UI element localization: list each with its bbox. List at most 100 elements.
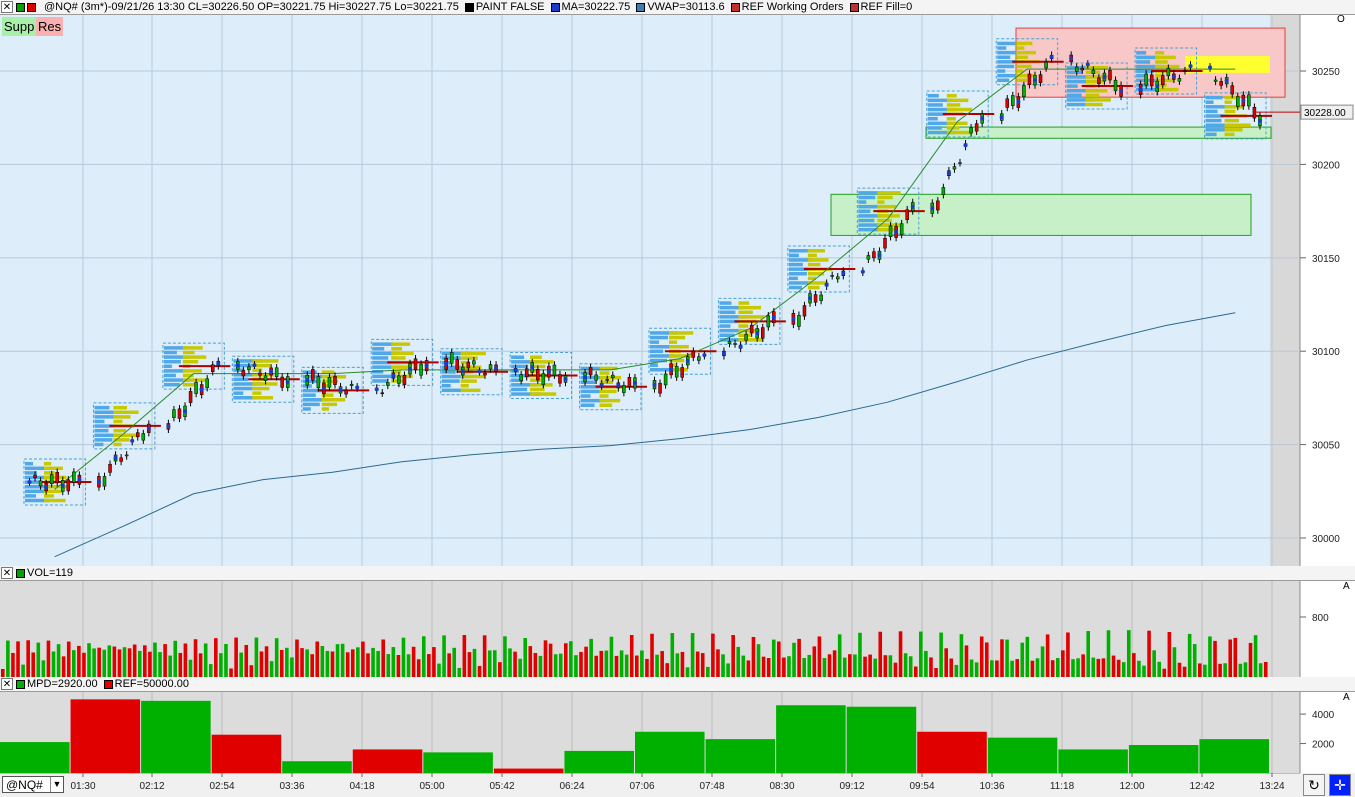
volume-bar xyxy=(1096,658,1101,677)
volume-profile-bar xyxy=(511,387,528,392)
volume-profile-bar xyxy=(1205,100,1214,104)
candle-body xyxy=(749,324,754,334)
volume-bar xyxy=(883,655,888,677)
tpo-profile-bar xyxy=(44,494,54,498)
volume-bar xyxy=(487,650,492,677)
tpo-profile-bar xyxy=(738,324,749,328)
mpd-corner-label[interactable]: A xyxy=(1343,692,1350,703)
tpo-profile-bar xyxy=(530,387,545,392)
support-button[interactable]: Supp xyxy=(2,17,37,36)
resistance-button[interactable]: Res xyxy=(36,17,64,36)
ma-dot xyxy=(1138,87,1143,92)
tpo-profile-bar xyxy=(321,407,329,411)
y-tick-label: 30250 xyxy=(1312,67,1340,78)
close-panel-icon[interactable]: ✕ xyxy=(1,1,13,13)
ma-dot xyxy=(183,409,188,414)
volume-bar xyxy=(878,631,883,677)
volume-profile-bar xyxy=(372,379,388,383)
volume-bar xyxy=(442,635,446,677)
chevron-down-icon[interactable]: ▼ xyxy=(50,777,63,792)
ma-dot xyxy=(791,316,796,321)
volume-profile-bar xyxy=(372,342,394,346)
volume-bar xyxy=(1167,631,1172,677)
volume-bar xyxy=(1030,660,1035,677)
candle-body xyxy=(883,238,887,249)
tpo-profile-bar xyxy=(113,428,127,433)
tpo-profile-bar xyxy=(460,388,481,393)
tpo-profile-bar xyxy=(113,405,127,410)
y-tick-label: 30000 xyxy=(1312,534,1340,545)
volume-bar xyxy=(777,641,781,677)
candle-body xyxy=(1038,74,1043,83)
cursor-mode-icon[interactable]: ✛ xyxy=(1329,774,1351,796)
mpd-chart[interactable]: 4000 2000 xyxy=(0,692,1355,773)
candle-body xyxy=(419,363,423,376)
volume-profile-bar xyxy=(1066,79,1087,84)
ma-dot xyxy=(494,366,499,371)
time-label: 06:24 xyxy=(559,781,584,792)
tpo-profile-bar xyxy=(182,346,203,350)
price-chart[interactable]: 30250 30200 30150 30100 30050 30000 30228.00 xyxy=(0,15,1355,566)
candle-body xyxy=(1027,73,1032,85)
close-vol-panel-icon[interactable]: ✕ xyxy=(1,567,13,579)
main-corner-label[interactable]: O xyxy=(1337,14,1345,25)
volume-profile-bar xyxy=(1136,60,1151,64)
volume-bar xyxy=(1162,668,1167,677)
close-mpd-panel-icon[interactable]: ✕ xyxy=(1,678,13,690)
volume-profile-bar xyxy=(997,55,1011,59)
ma-dot xyxy=(652,382,657,387)
tpo-profile-bar xyxy=(460,356,478,360)
candle-body xyxy=(413,358,418,371)
tpo-profile-bar xyxy=(530,392,557,396)
symbol-select[interactable]: @NQ# ▼ xyxy=(2,776,64,793)
volume-bar xyxy=(848,654,852,677)
volume-profile-bar xyxy=(719,301,732,305)
volume-bar xyxy=(898,631,903,677)
volume-bar xyxy=(300,648,304,677)
volume-bar xyxy=(214,638,218,677)
volume-profile-bar xyxy=(858,200,867,204)
volume-profile-bar xyxy=(163,364,172,369)
ma-dot xyxy=(1069,56,1074,61)
volume-bar xyxy=(234,637,238,677)
candle-body xyxy=(1252,107,1257,119)
time-label: 12:00 xyxy=(1119,781,1144,792)
candle-body xyxy=(210,364,215,372)
ma-dot xyxy=(946,171,951,176)
candle-body xyxy=(402,374,407,385)
candle-body xyxy=(680,367,684,378)
volume-bar xyxy=(797,638,801,677)
tpo-profile-bar xyxy=(321,398,346,402)
volume-bar xyxy=(893,662,898,677)
ma-dot xyxy=(738,344,743,349)
volume-bar xyxy=(670,633,675,677)
volume-bar xyxy=(117,649,122,677)
tpo-profile-bar xyxy=(669,331,694,335)
tpo-profile-bar xyxy=(877,195,893,200)
time-label: 05:42 xyxy=(489,781,514,792)
volume-bar xyxy=(421,636,426,677)
volume-bar xyxy=(193,639,198,677)
legend-item: REF Fill=0 xyxy=(849,1,912,13)
volume-bar xyxy=(1152,650,1156,677)
candle-body xyxy=(952,166,957,170)
ma-dot xyxy=(894,229,899,234)
volume-bar xyxy=(594,655,599,677)
time-label: 07:06 xyxy=(629,781,654,792)
tpo-profile-bar xyxy=(1016,64,1032,69)
volume-bar xyxy=(563,643,568,677)
volume-bar xyxy=(366,653,370,677)
tpo-profile-bar xyxy=(113,410,139,415)
volume-bar xyxy=(396,655,401,677)
volume-bar xyxy=(837,634,842,677)
volume-chart[interactable]: 800 xyxy=(0,581,1355,677)
candle-body xyxy=(622,384,626,393)
candle-body xyxy=(241,370,246,377)
vol-corner-label[interactable]: A xyxy=(1343,581,1350,592)
refresh-icon[interactable]: ↻ xyxy=(1303,774,1325,796)
candle-body xyxy=(49,474,54,485)
tpo-profile-bar xyxy=(182,350,195,355)
tpo-profile-bar xyxy=(1155,60,1168,64)
tpo-profile-bar xyxy=(252,359,279,363)
volume-bar xyxy=(1045,634,1050,677)
